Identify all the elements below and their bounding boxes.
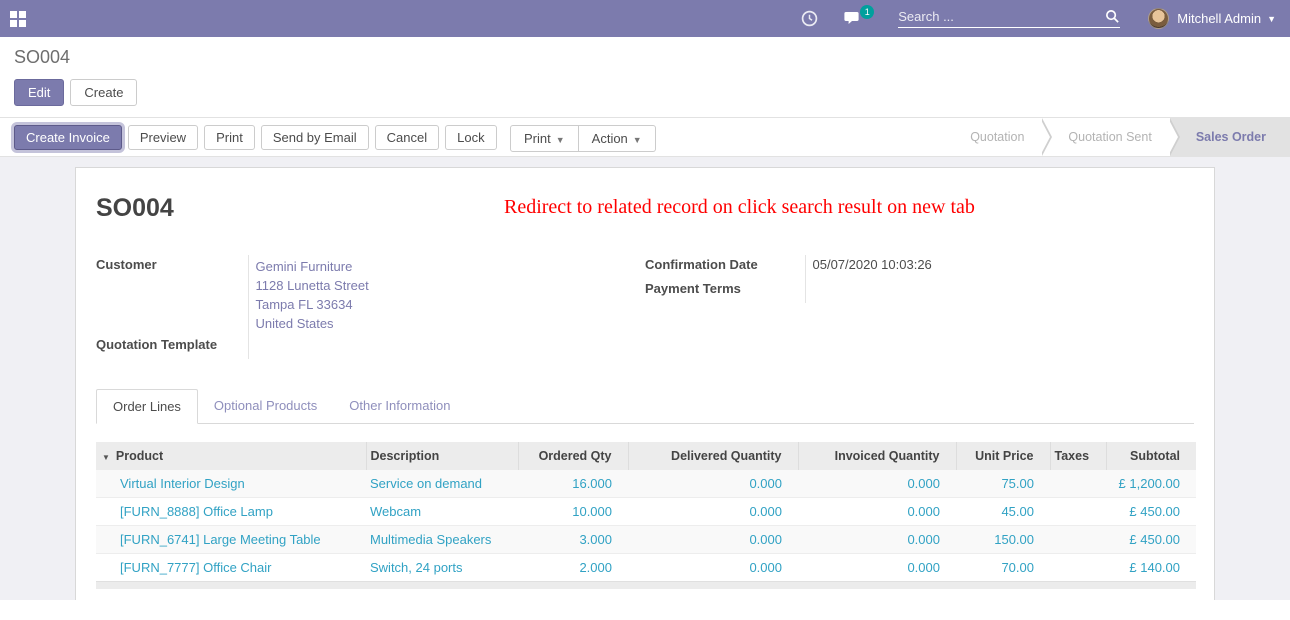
preview-button[interactable]: Preview (128, 125, 198, 150)
unit-price-cell[interactable]: 45.00 (956, 498, 1050, 526)
ordered-qty-cell[interactable]: 3.000 (518, 526, 628, 554)
unit-price-cell[interactable]: 75.00 (956, 470, 1050, 498)
customer-value[interactable]: Gemini Furniture 1128 Lunetta Street Tam… (248, 255, 468, 335)
ordered-qty-cell[interactable]: 10.000 (518, 498, 628, 526)
table-footer-strip (96, 582, 1196, 589)
invoiced-qty-cell[interactable]: 0.000 (798, 470, 956, 498)
annotation-note: Redirect to related record on click sear… (504, 196, 975, 219)
product-cell[interactable]: Virtual Interior Design (96, 470, 366, 498)
action-dropdown[interactable]: Action▼ (579, 125, 656, 152)
payment-terms-value (805, 279, 1025, 303)
order-line-row[interactable]: [FURN_6741] Large Meeting Table Multimed… (96, 526, 1196, 554)
product-cell[interactable]: [FURN_8888] Office Lamp (96, 498, 366, 526)
message-count-badge: 1 (860, 5, 874, 19)
apps-menu-icon[interactable] (10, 11, 26, 27)
tab-optional-products[interactable]: Optional Products (198, 389, 333, 423)
notebook-tabs: Order Lines Optional Products Other Info… (96, 389, 1194, 424)
clock-icon (801, 10, 818, 27)
chevron-down-icon: ▼ (633, 135, 642, 145)
tab-other-information[interactable]: Other Information (333, 389, 466, 423)
subtotal-cell[interactable]: £ 450.00 (1106, 526, 1196, 554)
subtotal-cell[interactable]: £ 1,200.00 (1106, 470, 1196, 498)
column-header-delivered-quantity[interactable]: Delivered Quantity (628, 442, 798, 470)
invoiced-qty-cell[interactable]: 0.000 (798, 526, 956, 554)
field-group-right: Confirmation Date 05/07/2020 10:03:26 Pa… (645, 255, 1194, 359)
quotation-template-value (248, 335, 468, 359)
search-input[interactable] (898, 9, 1105, 24)
order-line-row[interactable]: Virtual Interior Design Service on deman… (96, 470, 1196, 498)
form-sheet: SO004 Redirect to related record on clic… (75, 167, 1215, 600)
field-group-left: Customer Gemini Furniture 1128 Lunetta S… (96, 255, 645, 359)
column-header-taxes[interactable]: Taxes (1050, 442, 1106, 470)
print-button[interactable]: Print (204, 125, 255, 150)
create-invoice-button[interactable]: Create Invoice (14, 125, 122, 150)
ordered-qty-cell[interactable]: 16.000 (518, 470, 628, 498)
ordered-qty-cell[interactable]: 2.000 (518, 554, 628, 582)
lock-button[interactable]: Lock (445, 125, 496, 150)
print-dropdown[interactable]: Print▼ (510, 125, 579, 152)
tab-order-lines[interactable]: Order Lines (96, 389, 198, 424)
activities-button[interactable] (801, 10, 818, 27)
cancel-button[interactable]: Cancel (375, 125, 439, 150)
status-step-sales-order[interactable]: Sales Order (1170, 118, 1290, 156)
invoiced-qty-cell[interactable]: 0.000 (798, 498, 956, 526)
field-groups: Customer Gemini Furniture 1128 Lunetta S… (96, 255, 1194, 359)
column-header-subtotal[interactable]: Subtotal (1106, 442, 1196, 470)
avatar (1148, 8, 1169, 29)
user-menu[interactable]: Mitchell Admin ▼ (1148, 8, 1276, 29)
payment-terms-label: Payment Terms (645, 279, 805, 303)
messages-button[interactable]: 1 (844, 11, 864, 27)
status-step-quotation-sent[interactable]: Quotation Sent (1042, 118, 1169, 156)
confirmation-date-value: 05/07/2020 10:03:26 (805, 255, 1025, 279)
column-header-invoiced-quantity[interactable]: Invoiced Quantity (798, 442, 956, 470)
order-line-row[interactable]: [FURN_7777] Office Chair Switch, 24 port… (96, 554, 1196, 582)
delivered-qty-cell[interactable]: 0.000 (628, 526, 798, 554)
quotation-template-label: Quotation Template (96, 335, 248, 359)
delivered-qty-cell[interactable]: 0.000 (628, 498, 798, 526)
delivered-qty-cell[interactable]: 0.000 (628, 554, 798, 582)
edit-button[interactable]: Edit (14, 79, 64, 106)
top-navbar: 1 Mitchell Admin ▼ (0, 0, 1290, 37)
product-cell[interactable]: [FURN_7777] Office Chair (96, 554, 366, 582)
send-by-email-button[interactable]: Send by Email (261, 125, 369, 150)
sort-desc-icon: ▼ (102, 453, 110, 462)
breadcrumb: SO004 (14, 47, 1274, 68)
subtotal-cell[interactable]: £ 140.00 (1106, 554, 1196, 582)
taxes-cell[interactable] (1050, 470, 1106, 498)
delivered-qty-cell[interactable]: 0.000 (628, 470, 798, 498)
status-pipeline: Quotation Quotation Sent Sales Order (944, 118, 1290, 156)
column-header-product[interactable]: ▼Product (96, 442, 366, 470)
taxes-cell[interactable] (1050, 526, 1106, 554)
order-lines-table: ▼Product Description Ordered Qty Deliver… (96, 442, 1196, 589)
taxes-cell[interactable] (1050, 498, 1106, 526)
column-header-unit-price[interactable]: Unit Price (956, 442, 1050, 470)
user-name: Mitchell Admin (1177, 11, 1261, 26)
column-header-description[interactable]: Description (366, 442, 518, 470)
confirmation-date-label: Confirmation Date (645, 255, 805, 279)
description-cell[interactable]: Switch, 24 ports (366, 554, 518, 582)
action-button-group: Print▼ Action▼ (510, 125, 656, 152)
product-cell[interactable]: [FURN_6741] Large Meeting Table (96, 526, 366, 554)
invoiced-qty-cell[interactable]: 0.000 (798, 554, 956, 582)
control-panel: SO004 Edit Create Print▼ Action▼ 1 / 1 ❮… (0, 37, 1290, 117)
description-cell[interactable]: Webcam (366, 498, 518, 526)
global-search (898, 9, 1120, 28)
subtotal-cell[interactable]: £ 450.00 (1106, 498, 1196, 526)
column-header-ordered-qty[interactable]: Ordered Qty (518, 442, 628, 470)
unit-price-cell[interactable]: 70.00 (956, 554, 1050, 582)
unit-price-cell[interactable]: 150.00 (956, 526, 1050, 554)
order-line-row[interactable]: [FURN_8888] Office Lamp Webcam 10.000 0.… (96, 498, 1196, 526)
chevron-down-icon: ▼ (1267, 14, 1276, 24)
table-header-row: ▼Product Description Ordered Qty Deliver… (96, 442, 1196, 470)
create-button[interactable]: Create (70, 79, 137, 106)
taxes-cell[interactable] (1050, 554, 1106, 582)
customer-label: Customer (96, 255, 248, 335)
search-icon[interactable] (1105, 9, 1120, 24)
description-cell[interactable]: Service on demand (366, 470, 518, 498)
content-area: SO004 Redirect to related record on clic… (0, 157, 1290, 600)
description-cell[interactable]: Multimedia Speakers (366, 526, 518, 554)
chevron-down-icon: ▼ (556, 135, 565, 145)
status-step-quotation[interactable]: Quotation (944, 118, 1042, 156)
